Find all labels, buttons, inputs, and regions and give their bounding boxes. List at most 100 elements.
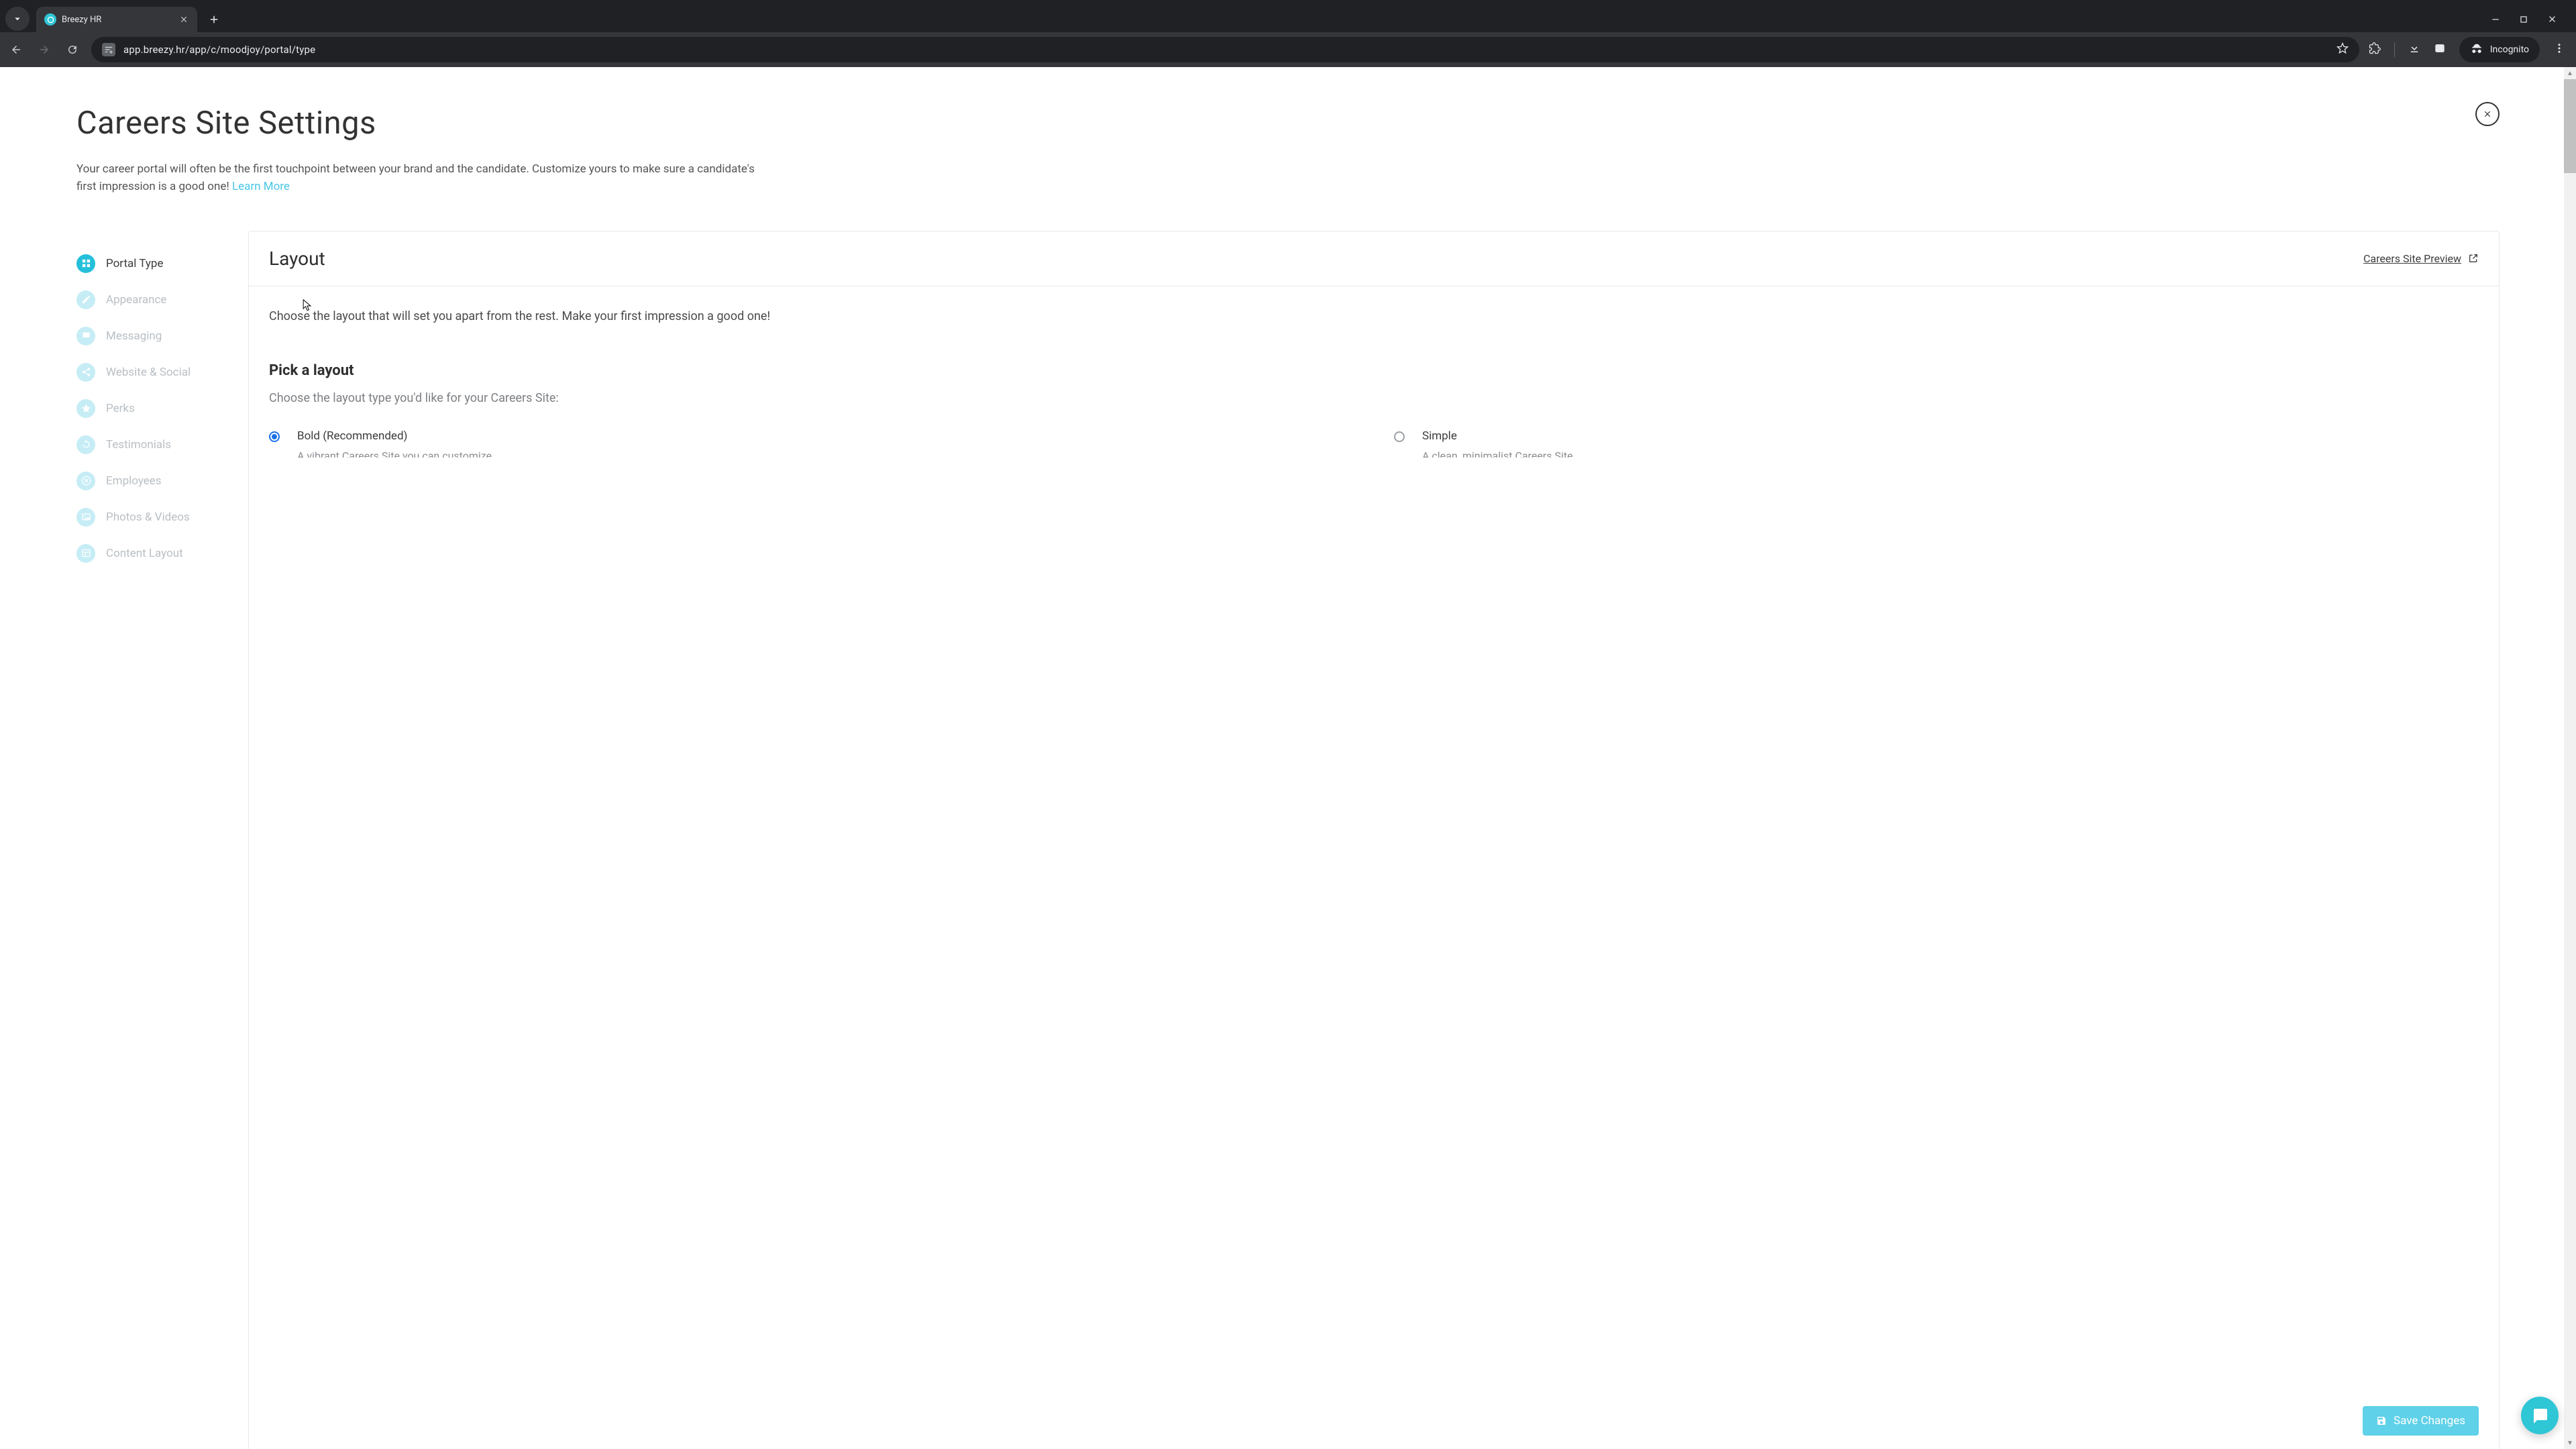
panel-body: Choose the layout that will set you apar… bbox=[249, 286, 2499, 1449]
sidebar-item-label: Appearance bbox=[106, 293, 166, 307]
sidebar-item-testimonials[interactable]: Testimonials bbox=[76, 427, 221, 463]
close-circle-icon bbox=[76, 472, 95, 490]
puzzle-icon bbox=[2369, 42, 2381, 54]
sidebar-item-label: Testimonials bbox=[106, 438, 171, 451]
panel-icon bbox=[2434, 42, 2446, 54]
message-icon bbox=[76, 327, 95, 345]
scroll-track[interactable] bbox=[2564, 79, 2576, 1437]
intercom-chat-button[interactable] bbox=[2521, 1397, 2559, 1434]
minimize-icon bbox=[2491, 15, 2500, 24]
option-label: Simple bbox=[1422, 429, 1573, 443]
scroll-up-button[interactable]: ▲ bbox=[2564, 67, 2576, 79]
side-panel-button[interactable] bbox=[2434, 42, 2446, 57]
star-icon bbox=[2337, 42, 2349, 54]
incognito-icon bbox=[2470, 43, 2483, 56]
new-tab-button[interactable] bbox=[204, 9, 224, 30]
sidebar-item-photos-videos[interactable]: Photos & Videos bbox=[76, 499, 221, 535]
sidebar-item-website-social[interactable]: Website & Social bbox=[76, 354, 221, 390]
grid-icon bbox=[76, 254, 95, 273]
tab-title: Breezy HR bbox=[62, 15, 173, 25]
external-link-icon bbox=[2468, 253, 2479, 264]
body-row: Portal Type Appearance MessagingWebsite & … bbox=[76, 231, 2500, 1449]
radio-input[interactable] bbox=[269, 431, 280, 442]
reload-button[interactable] bbox=[63, 40, 82, 59]
sidebar-item-perks[interactable]: Perks bbox=[76, 390, 221, 427]
panel-lead: Choose the layout that will set you apar… bbox=[269, 309, 2479, 323]
careers-site-preview-link[interactable]: Careers Site Preview bbox=[2363, 252, 2479, 265]
browser-chrome: Breezy HR app.breezy.hr/app/c/moodjoy/po… bbox=[0, 0, 2576, 67]
window-minimize-button[interactable] bbox=[2491, 15, 2500, 27]
chat-icon bbox=[2530, 1406, 2549, 1425]
pick-layout-desc: Choose the layout type you'd like for yo… bbox=[269, 391, 2479, 405]
share-icon bbox=[76, 363, 95, 382]
url-text: app.breezy.hr/app/c/moodjoy/portal/type bbox=[123, 44, 2328, 56]
incognito-chip[interactable]: Incognito bbox=[2459, 37, 2540, 62]
close-icon bbox=[2547, 14, 2557, 24]
viewport-scrollbar[interactable]: ▲ ▼ bbox=[2564, 67, 2576, 1449]
sidebar-item-appearance[interactable]: Appearance bbox=[76, 282, 221, 318]
image-icon bbox=[76, 508, 95, 527]
save-icon bbox=[2376, 1415, 2387, 1426]
address-bar[interactable]: app.breezy.hr/app/c/moodjoy/portal/type bbox=[91, 37, 2359, 62]
sidebar-item-content-layout[interactable]: Content Layout bbox=[76, 535, 221, 572]
sidebar-item-label: Perks bbox=[106, 402, 135, 415]
layout-options: Bold (Recommended) A vibrant Careers Site… bbox=[269, 429, 2479, 458]
browser-tab[interactable]: Breezy HR bbox=[36, 7, 197, 32]
scroll-thumb[interactable] bbox=[2564, 79, 2576, 173]
toolbar-actions: Incognito bbox=[2369, 37, 2569, 62]
page-title: Careers Site Settings bbox=[76, 105, 2500, 142]
back-button[interactable] bbox=[7, 40, 25, 59]
star-icon bbox=[76, 399, 95, 418]
window-close-button[interactable] bbox=[2547, 14, 2557, 27]
close-icon bbox=[2483, 109, 2492, 119]
bookmark-button[interactable] bbox=[2337, 42, 2349, 57]
pencil-icon bbox=[76, 290, 95, 309]
sidebar-item-label: Photos & Videos bbox=[106, 511, 190, 524]
sidebar-item-messaging[interactable]: Messaging bbox=[76, 318, 221, 354]
panel-title: Layout bbox=[269, 248, 325, 270]
refresh-icon bbox=[76, 435, 95, 454]
window-maximize-button[interactable] bbox=[2519, 15, 2528, 27]
sidebar-item-portal-type[interactable]: Portal Type bbox=[76, 246, 221, 282]
close-button[interactable] bbox=[2475, 102, 2500, 126]
window-controls bbox=[2491, 14, 2571, 32]
pick-layout-title: Pick a layout bbox=[269, 362, 2479, 379]
forward-button[interactable] bbox=[35, 40, 54, 59]
tab-favicon-icon bbox=[44, 13, 56, 25]
extensions-button[interactable] bbox=[2369, 42, 2381, 57]
chevron-down-icon bbox=[11, 13, 23, 25]
layout-option-bold[interactable]: Bold (Recommended) A vibrant Careers Site… bbox=[269, 429, 1354, 458]
option-desc: A clean, minimalist Careers Site bbox=[1422, 449, 1573, 458]
tab-close-button[interactable] bbox=[178, 14, 189, 25]
arrow-right-icon bbox=[38, 44, 50, 56]
learn-more-link[interactable]: Learn More bbox=[232, 180, 290, 193]
option-label: Bold (Recommended) bbox=[297, 429, 492, 443]
browser-toolbar: app.breezy.hr/app/c/moodjoy/portal/type … bbox=[0, 32, 2576, 67]
dots-vertical-icon bbox=[2553, 42, 2565, 54]
settings-sidebar: Portal Type Appearance MessagingWebsite & … bbox=[76, 231, 221, 1449]
tab-strip: Breezy HR bbox=[0, 0, 2576, 32]
page-viewport: Careers Site Settings Your career portal… bbox=[0, 67, 2576, 1449]
main-panel: Layout Careers Site Preview Choose the l… bbox=[248, 231, 2500, 1449]
panel-header: Layout Careers Site Preview bbox=[249, 231, 2499, 286]
sidebar-item-label: Content Layout bbox=[106, 547, 183, 560]
layout-icon bbox=[76, 544, 95, 563]
downloads-button[interactable] bbox=[2408, 42, 2420, 57]
tune-icon bbox=[104, 45, 113, 54]
save-changes-button[interactable]: Save Changes bbox=[2363, 1406, 2479, 1436]
tab-search-button[interactable] bbox=[5, 7, 30, 31]
incognito-label: Incognito bbox=[2490, 44, 2529, 55]
radio-input[interactable] bbox=[1394, 431, 1405, 442]
close-icon bbox=[179, 15, 189, 24]
site-settings-icon[interactable] bbox=[102, 43, 115, 56]
option-desc: A vibrant Careers Site you can customize bbox=[297, 449, 492, 458]
sidebar-item-label: Employees bbox=[106, 474, 162, 488]
layout-option-simple[interactable]: Simple A clean, minimalist Careers Site bbox=[1394, 429, 2479, 458]
maximize-icon bbox=[2519, 15, 2528, 24]
browser-menu-button[interactable] bbox=[2553, 42, 2565, 57]
download-icon bbox=[2408, 42, 2420, 54]
toolbar-separator bbox=[2394, 42, 2395, 57]
plus-icon bbox=[208, 13, 220, 25]
sidebar-item-employees[interactable]: Employees bbox=[76, 463, 221, 499]
scroll-down-button[interactable]: ▼ bbox=[2564, 1437, 2576, 1449]
